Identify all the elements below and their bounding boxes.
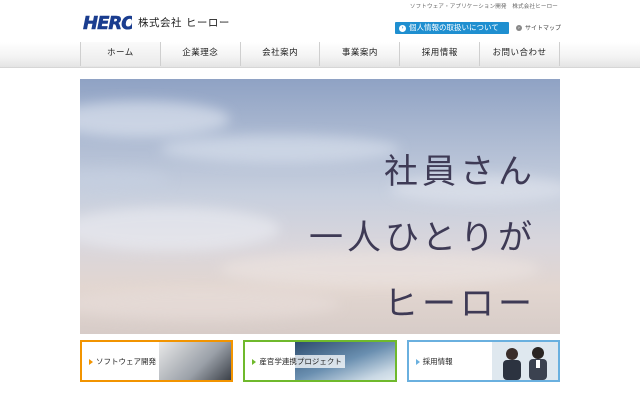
header-tagline: ソフトウェア・アプリケーション開発 株式会社ヒーロー <box>409 4 558 10</box>
sitemap-link[interactable]: › サイトマップ <box>516 23 561 32</box>
arrow-circle-icon: › <box>399 24 406 32</box>
logo-wordmark: HERO <box>83 13 132 33</box>
nav-item-recruit[interactable]: 採用情報 <box>399 42 479 66</box>
arrow-right-icon <box>252 358 257 365</box>
hero-catchphrase: 社員さん 一人ひとりが ヒーロー <box>309 139 536 334</box>
global-nav-bar: ホーム 企業理念 会社案内 事業案内 採用情報 お問い合わせ <box>0 42 640 68</box>
banner-label: 採用情報 <box>422 357 453 366</box>
service-banners: ソフトウェア開発 産官学連携プロジェクト 採用情報 <box>80 340 560 384</box>
hero-line-3: ヒーロー <box>384 284 536 324</box>
company-name: 株式会社 ヒーロー <box>138 17 230 29</box>
nav-item-philosophy[interactable]: 企業理念 <box>159 42 240 66</box>
hero-line-2: 一人ひとりが <box>309 218 536 258</box>
privacy-policy-button[interactable]: › 個人情報の取扱いについて <box>395 22 509 34</box>
nav-item-home[interactable]: ホーム <box>80 42 160 66</box>
nav-item-contact[interactable]: お問い合わせ <box>479 42 560 66</box>
arrow-right-icon <box>415 358 420 365</box>
privacy-policy-label: 個人情報の取扱いについて <box>409 23 499 32</box>
hero-banner: 社員さん 一人ひとりが ヒーロー <box>80 79 560 334</box>
arrow-circle-icon: › <box>516 24 522 31</box>
nav-item-business[interactable]: 事業案内 <box>319 42 399 66</box>
banner-label: 産官学連携プロジェクト <box>259 357 342 366</box>
laptop-image <box>159 342 232 380</box>
banner-label: ソフトウェア開発 <box>96 357 156 366</box>
staff-photo-image <box>491 342 558 380</box>
recruit-banner[interactable]: 採用情報 <box>406 340 560 382</box>
hero-line-1: 社員さん <box>384 152 536 192</box>
software-development-banner[interactable]: ソフトウェア開発 <box>80 340 234 382</box>
arrow-right-icon <box>89 358 93 365</box>
nav-item-company[interactable]: 会社案内 <box>239 42 320 66</box>
hero-logo[interactable]: HERO <box>82 11 132 33</box>
sitemap-label: サイトマップ <box>525 25 562 32</box>
global-nav: ホーム 企業理念 会社案内 事業案内 採用情報 お問い合わせ <box>80 42 560 66</box>
industry-academia-banner[interactable]: 産官学連携プロジェクト <box>243 340 397 382</box>
